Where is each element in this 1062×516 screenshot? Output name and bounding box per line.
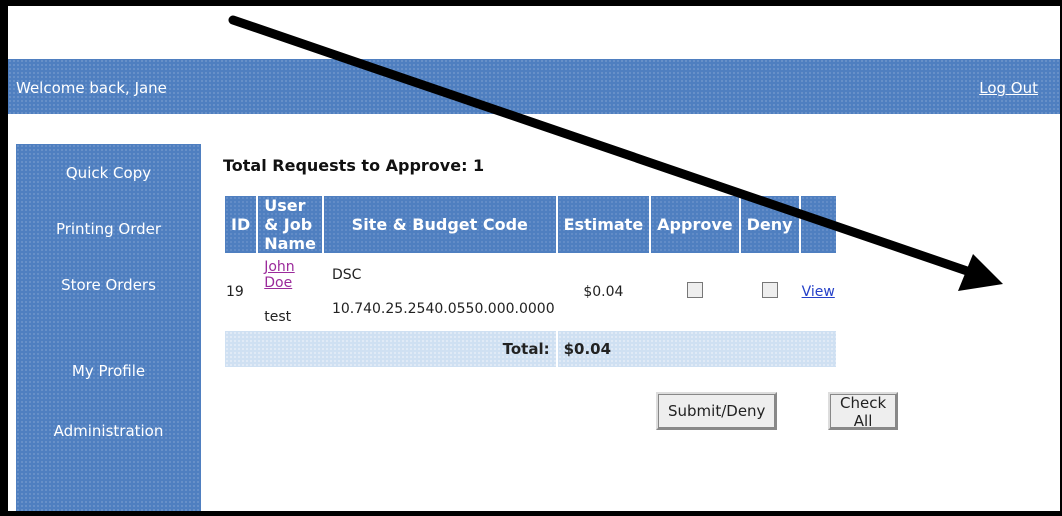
header-bar: Welcome back, Jane Log Out — [8, 59, 1060, 114]
column-header-site-budget: Site & Budget Code — [323, 196, 556, 253]
column-header-estimate: Estimate — [557, 196, 650, 253]
site-budget-cell: DSC 10.740.25.2540.0550.000.0000 — [324, 255, 556, 329]
sidebar-item-store-orders[interactable]: Store Orders — [16, 276, 201, 294]
sidebar-item-quick-copy[interactable]: Quick Copy — [16, 164, 201, 182]
job-name: test — [264, 309, 292, 325]
column-header-approve: Approve — [651, 196, 739, 253]
table-row: 19 John Doe test DSC 10.740.25.2540.0550… — [225, 255, 836, 329]
check-all-button[interactable]: Check All — [828, 392, 899, 430]
total-value: $0.04 — [557, 331, 836, 367]
welcome-text: Welcome back, Jane — [16, 79, 167, 97]
budget-code: 10.740.25.2540.0550.000.0000 — [331, 301, 555, 317]
estimate-value: $0.04 — [583, 284, 624, 300]
app-window: Welcome back, Jane Log Out Quick Copy Pr… — [8, 6, 1060, 511]
column-header-view — [800, 196, 836, 253]
total-label: Total: — [225, 331, 556, 367]
logout-link[interactable]: Log Out — [979, 79, 1038, 97]
table-header-row: ID User & Job Name Site & Budget Code Es… — [225, 196, 836, 253]
total-row: Total: $0.04 — [225, 331, 836, 367]
sidebar-item-my-profile[interactable]: My Profile — [16, 362, 201, 380]
sidebar-item-printing-order[interactable]: Printing Order — [16, 220, 201, 238]
total-requests-heading: Total Requests to Approve: 1 — [223, 156, 485, 175]
column-header-deny: Deny — [740, 196, 799, 253]
requests-table: ID User & Job Name Site & Budget Code Es… — [223, 194, 838, 369]
user-job-cell: John Doe test — [258, 255, 322, 329]
approve-checkbox[interactable] — [686, 282, 703, 298]
site-name: DSC — [331, 267, 362, 283]
column-header-id: ID — [225, 196, 257, 253]
submit-deny-button[interactable]: Submit/Deny — [656, 392, 778, 430]
deny-checkbox[interactable] — [761, 282, 778, 298]
arrow-head — [958, 254, 1003, 291]
request-id: 19 — [226, 284, 244, 300]
column-header-user-job: User & Job Name — [258, 196, 322, 253]
sidebar: Quick Copy Printing Order Store Orders M… — [16, 144, 201, 511]
view-link[interactable]: View — [802, 284, 835, 300]
user-link[interactable]: John Doe — [264, 259, 294, 291]
sidebar-item-administration[interactable]: Administration — [16, 422, 201, 440]
